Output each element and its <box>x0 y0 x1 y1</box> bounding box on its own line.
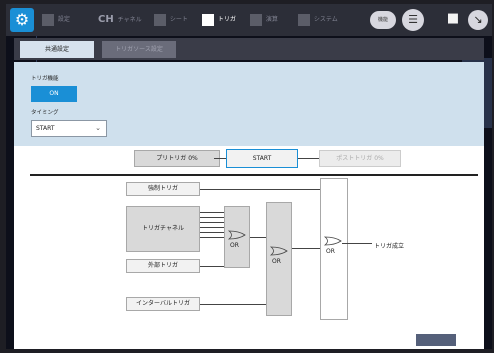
trigger-function-label: トリガ機能 <box>31 76 59 82</box>
section-divider <box>30 174 478 176</box>
interval-trigger-block[interactable]: インターバルトリガ <box>126 297 200 311</box>
timing-label: タイミング <box>31 110 59 116</box>
connector-line <box>200 217 224 218</box>
chevron-down-icon: ⌄ <box>95 124 101 132</box>
device-frame: ⚙ 設定 CH チャネル シート トリガ 演算 システム 機能 ☰ ■ ↘ 共通… <box>0 0 494 353</box>
trigger-icon <box>202 13 214 26</box>
list-icon[interactable]: ☰ <box>402 9 424 31</box>
or-gate-icon <box>324 236 342 246</box>
function-button[interactable]: 機能 <box>370 11 396 29</box>
status-indicator <box>416 334 456 346</box>
sliders-icon <box>42 13 54 26</box>
or-gate-icon <box>270 246 288 256</box>
tab-calc[interactable]: 演算 <box>250 10 278 30</box>
gear-icon[interactable]: ⚙ <box>10 8 34 32</box>
connector-line <box>200 222 224 223</box>
tab-trigger-label: トリガ <box>217 16 236 23</box>
connector-line <box>250 237 266 238</box>
screen: ⚙ 設定 CH チャネル シート トリガ 演算 システム 機能 ☰ ■ ↘ 共通… <box>6 4 492 349</box>
connector-line <box>200 232 224 233</box>
tab-system-label: システム <box>313 16 338 23</box>
trigger-on-toggle[interactable]: ON <box>31 86 77 102</box>
folder-icon[interactable]: ■ <box>444 11 462 27</box>
connector-line <box>200 227 224 228</box>
connector-line <box>200 304 266 305</box>
connector-line <box>200 237 224 238</box>
forced-trigger-block[interactable]: 強制トリガ <box>126 182 200 196</box>
connector-line <box>200 212 224 213</box>
calc-icon <box>250 13 262 26</box>
tab-calc-label: 演算 <box>265 16 278 23</box>
timing-select[interactable]: START ⌄ <box>31 120 107 137</box>
trigger-established-label: トリガ成立 <box>374 243 405 250</box>
tab-settings[interactable]: 設定 <box>42 10 70 30</box>
trigger-settings-panel: トリガ機能 ON タイミング START ⌄ プリトリガ 0% START ポス… <box>14 62 484 349</box>
or-gate-1-label: OR <box>230 242 239 249</box>
connector-line <box>298 158 319 159</box>
connector-line <box>200 189 320 190</box>
timing-select-value: START <box>36 125 55 132</box>
sheet-icon <box>154 13 166 26</box>
or-gate-2-label: OR <box>272 258 281 265</box>
connector-line <box>200 266 224 267</box>
connector-line <box>342 243 372 244</box>
tab-channel-label: チャネル <box>117 16 142 24</box>
start-button[interactable]: START <box>226 149 298 168</box>
connector-line <box>214 158 226 159</box>
connector-line <box>292 248 320 249</box>
settings-subtabs: 共通設定 トリガソース設定 <box>14 38 484 60</box>
post-trigger-button[interactable]: ポストトリガ 0% <box>319 150 401 167</box>
ch-icon: CH <box>98 14 114 25</box>
pre-trigger-button[interactable]: プリトリガ 0% <box>134 150 220 167</box>
tab-settings-label: 設定 <box>57 16 70 23</box>
or-gate-3-label: OR <box>326 248 335 255</box>
external-trigger-block[interactable]: 外部トリガ <box>126 259 200 273</box>
tab-sheet-label: シート <box>169 16 188 23</box>
tab-trigger-source-settings[interactable]: トリガソース設定 <box>102 41 176 58</box>
tab-trigger[interactable]: トリガ <box>202 10 236 30</box>
tab-channel[interactable]: CH チャネル <box>98 10 142 30</box>
wrench-icon <box>298 13 310 26</box>
top-toolbar: ⚙ 設定 CH チャネル シート トリガ 演算 システム 機能 ☰ ■ ↘ <box>6 4 492 36</box>
or-gate-icon <box>228 230 246 240</box>
tab-common-settings[interactable]: 共通設定 <box>20 41 94 58</box>
arrow-icon[interactable]: ↘ <box>468 10 488 30</box>
tab-system[interactable]: システム <box>298 10 338 30</box>
trigger-channel-block[interactable]: トリガチャネル <box>126 206 200 252</box>
tab-sheet[interactable]: シート <box>154 10 188 30</box>
